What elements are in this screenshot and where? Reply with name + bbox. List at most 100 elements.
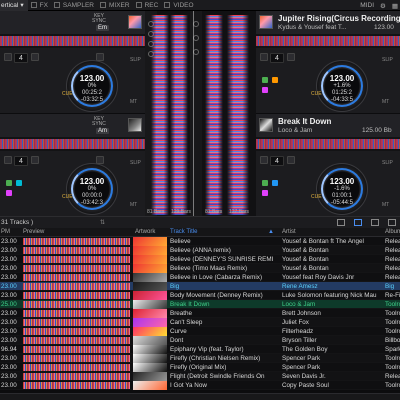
- beat-loop-field[interactable]: 4: [270, 53, 284, 63]
- layout-selector[interactable]: ertical ▾: [0, 0, 28, 11]
- column-header-artwork[interactable]: Artwork: [135, 228, 167, 237]
- preview-waveform[interactable]: [23, 274, 130, 281]
- preview-waveform[interactable]: [23, 319, 130, 326]
- gear-icon[interactable]: ⚙: [380, 2, 386, 10]
- loop-next-button[interactable]: [287, 156, 295, 164]
- preview-waveform[interactable]: [23, 346, 130, 353]
- loop-button[interactable]: [260, 156, 268, 164]
- preview-waveform[interactable]: [23, 337, 130, 344]
- mt-button[interactable]: MT: [130, 202, 137, 208]
- jog-wheel[interactable]: 123.00 +1.6% 01:25:2 -04:33:5: [316, 60, 368, 112]
- cue-button[interactable]: CUE: [311, 91, 322, 97]
- jog-wheel[interactable]: 123.00 0% 00:00:0 -03:42:3: [66, 163, 118, 215]
- midi-button[interactable]: MIDI: [360, 2, 374, 9]
- loop-next-button[interactable]: [287, 53, 295, 61]
- table-row[interactable]: 23.00 Believe (ANNA remix) Yousef & Bontan…: [0, 246, 400, 255]
- column-header-album[interactable]: Album: [385, 228, 400, 237]
- preview-waveform[interactable]: [23, 382, 130, 389]
- table-row[interactable]: 23.00 Flight (Detroit Swindle Friends On S…: [0, 372, 400, 381]
- table-row[interactable]: 23.00 I Got Ya Now Copy Paste Soul Toolro: [0, 381, 400, 390]
- table-row[interactable]: 23.00 Believe Yousef & Bontan ft The Angel…: [0, 237, 400, 246]
- deck-header: Jupiter Rising(Circus Recordings) Kydus …: [256, 11, 400, 34]
- preview-waveform[interactable]: [23, 238, 130, 245]
- beat-loop-field[interactable]: 4: [14, 156, 28, 166]
- hot-cue-a[interactable]: [262, 77, 268, 83]
- tab-mixer[interactable]: MIXER: [97, 0, 133, 11]
- loop-button[interactable]: [4, 53, 12, 61]
- slip-label[interactable]: SLIP: [382, 57, 393, 63]
- hot-cue-a[interactable]: [262, 180, 268, 186]
- table-row[interactable]: 96.94 Epiphany Vip (feat. Taylor) The Gold…: [0, 345, 400, 354]
- table-row[interactable]: 23.00 Big Rene Amesz Big: [0, 282, 400, 291]
- overview-waveform[interactable]: [0, 137, 145, 151]
- grid-icon[interactable]: ▦: [392, 2, 398, 10]
- table-row[interactable]: 23.00 Firefly (Original Mix) Spencer Park T…: [0, 363, 400, 372]
- checkbox-icon: [135, 2, 142, 8]
- hot-cue-b[interactable]: [262, 87, 268, 93]
- column-header-title[interactable]: Track Title: [170, 228, 265, 237]
- preview-waveform[interactable]: [23, 256, 130, 263]
- table-row[interactable]: 23.00 Can't Sleep Juliet Fox Toolro: [0, 318, 400, 327]
- hot-cue-b[interactable]: [262, 190, 268, 196]
- tab-sampler[interactable]: SAMPLER: [51, 0, 97, 11]
- table-row[interactable]: 23.00 Believe in Love (Cabarza Remix) Yous…: [0, 273, 400, 282]
- loop-button[interactable]: [260, 53, 268, 61]
- slip-label[interactable]: SLIP: [130, 57, 141, 63]
- preview-waveform[interactable]: [23, 292, 130, 299]
- table-row[interactable]: 25.00 Break It Down Loco & Jam Toolro: [0, 300, 400, 309]
- preview-waveform[interactable]: [23, 373, 130, 380]
- beat-loop-field[interactable]: 4: [270, 156, 284, 166]
- column-header-bpm[interactable]: PM: [1, 228, 21, 237]
- detail-view-icon[interactable]: [354, 219, 362, 226]
- loop-next-button[interactable]: [31, 156, 39, 164]
- preview-waveform[interactable]: [23, 301, 130, 308]
- mt-button[interactable]: MT: [382, 202, 389, 208]
- table-row[interactable]: 23.00 Believe (Timo Maas Remix) Yousef & B…: [0, 264, 400, 273]
- key-sync-label: KEY SYNC: [92, 116, 106, 127]
- cue-button[interactable]: CUE: [62, 91, 73, 97]
- mt-button[interactable]: MT: [382, 99, 389, 105]
- column-header-preview[interactable]: Preview: [23, 228, 123, 237]
- overview-waveform[interactable]: [0, 34, 145, 48]
- hot-cue-c[interactable]: [272, 77, 278, 83]
- tab-video[interactable]: VIDEO: [161, 0, 196, 11]
- artwork-view-icon[interactable]: [371, 219, 379, 226]
- overview-waveform[interactable]: [256, 34, 400, 48]
- overview-waveform[interactable]: [256, 137, 400, 151]
- loop-button[interactable]: [4, 156, 12, 164]
- table-row[interactable]: 23.00 Dont Bryson Tiller Billbo: [0, 336, 400, 345]
- hot-cue-a[interactable]: [6, 180, 12, 186]
- table-row[interactable]: 23.00 Body Movement (Denney Remix) Luke So…: [0, 291, 400, 300]
- table-row[interactable]: 23.00 Curve Filterheadz Toolro: [0, 327, 400, 336]
- preview-waveform[interactable]: [23, 355, 130, 362]
- jog-wheel[interactable]: 123.00 0% 00:25:2 -03:32:5: [66, 60, 118, 112]
- preview-waveform[interactable]: [23, 283, 130, 290]
- cue-button[interactable]: CUE: [62, 194, 73, 200]
- list-view-icon[interactable]: [337, 219, 345, 226]
- sort-ascending-icon[interactable]: ▲: [268, 228, 276, 237]
- preview-waveform[interactable]: [23, 265, 130, 272]
- grid-view-icon[interactable]: [388, 219, 396, 226]
- sort-icon[interactable]: ⇅: [100, 219, 105, 226]
- table-row[interactable]: 23.00 Breathe Brett Johnson Toolro: [0, 309, 400, 318]
- slip-label[interactable]: SLIP: [382, 160, 393, 166]
- tab-rec[interactable]: REC: [133, 0, 162, 11]
- preview-waveform[interactable]: [23, 328, 130, 335]
- preview-waveform[interactable]: [23, 364, 130, 371]
- preview-waveform[interactable]: [23, 247, 130, 254]
- loop-next-button[interactable]: [31, 53, 39, 61]
- horizontal-scrollbar[interactable]: [0, 393, 400, 400]
- preview-waveform[interactable]: [23, 310, 130, 317]
- jog-wheel[interactable]: 123.00 -1.6% 01:00:1 -05:44:5: [316, 163, 368, 215]
- hot-cue-b[interactable]: [6, 190, 12, 196]
- table-row[interactable]: 23.00 Firefly (Christian Nielsen Remix) Sp…: [0, 354, 400, 363]
- slip-label[interactable]: SLIP: [130, 160, 141, 166]
- hot-cue-c[interactable]: [16, 180, 22, 186]
- mt-button[interactable]: MT: [130, 99, 137, 105]
- cue-button[interactable]: CUE: [311, 194, 322, 200]
- hot-cue-c[interactable]: [272, 180, 278, 186]
- table-row[interactable]: 23.00 Believe (DENNEY'S SUNRISE REMI Youse…: [0, 255, 400, 264]
- column-header-artist[interactable]: Artist: [282, 228, 382, 237]
- beat-loop-field[interactable]: 4: [14, 53, 28, 63]
- tab-fx[interactable]: FX: [28, 0, 51, 11]
